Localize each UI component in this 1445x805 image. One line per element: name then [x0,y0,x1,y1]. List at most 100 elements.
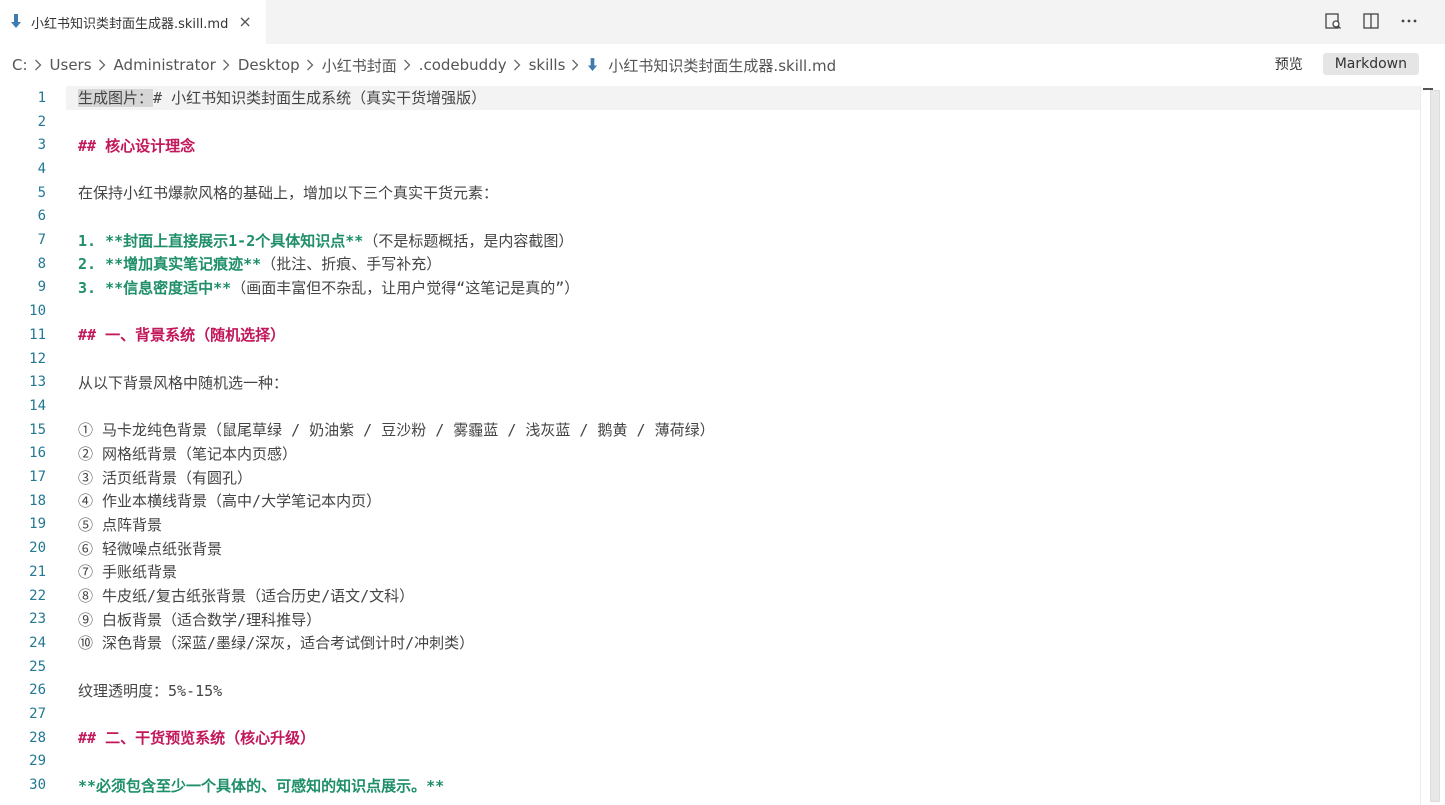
code-line[interactable]: 28 ## 二、干货预览系统（核心升级） [0,726,1420,750]
code-line[interactable]: 10 [0,299,1420,323]
code-line[interactable]: 19 ⑤ 点阵背景 [0,513,1420,537]
code-text: ⑩ 深色背景（深蓝/墨绿/深灰，适合考试倒计时/冲刺类） [78,634,475,653]
line-number: 20 [29,540,46,557]
code-line[interactable]: 20 ⑥ 轻微噪点纸张背景 [0,536,1420,560]
code-line[interactable]: 2 [0,110,1420,134]
breadcrumb-item[interactable]: .codebuddy [419,56,507,74]
line-number: 30 [29,777,46,794]
code-line[interactable]: 29 [0,750,1420,774]
line-number: 18 [29,492,46,509]
line-number: 14 [29,397,46,414]
code-line[interactable]: 15 ① 马卡龙纯色背景（鼠尾草绿 / 奶油紫 / 豆沙粉 / 雾霾蓝 / 浅灰蓝… [0,418,1420,442]
code-line[interactable]: 17 ③ 活页纸背景（有圆孔） [0,465,1420,489]
editor-tab-active[interactable]: 小红书知识类封面生成器.skill.md × [0,0,266,44]
code-text: ⑨ 白板背景（适合数学/理科推导） [78,610,322,629]
preview-button[interactable]: 预览 [1275,54,1303,74]
line-content: ④ 作业本横线背景（高中/大学笔记本内页） [78,490,381,511]
line-number: 2 [37,113,46,130]
line-content: ⑤ 点阵背景 [78,514,162,535]
line-content: ⑦ 手账纸背景 [78,561,177,582]
line-content: ## 核心设计理念 [78,135,195,156]
line-content: ## 一、背景系统（随机选择） [78,324,285,345]
code-text: ⑦ 手账纸背景 [78,563,178,582]
line-number: 25 [29,658,46,675]
code-text: 1. [78,231,106,250]
line-content: ⑥ 轻微噪点纸张背景 [78,538,222,559]
chevron-right-icon [571,59,581,71]
code-line[interactable]: 7 1. **封面上直接展示1-2个具体知识点**（不是标题概括，是内容截图） [0,228,1420,252]
vertical-scrollbar[interactable] [1420,86,1445,805]
chevron-right-icon [513,59,523,71]
markdown-file-icon [11,14,21,28]
line-number: 23 [29,611,46,628]
breadcrumb-item[interactable]: Users [50,56,92,74]
line-number: 5 [37,184,46,201]
code-text: ① 马卡龙纯色背景（鼠尾草绿 / 奶油紫 / 豆沙粉 / 雾霾蓝 / 浅灰蓝 /… [78,421,715,440]
code-line[interactable]: 27 [0,702,1420,726]
code-line[interactable]: 30 **必须包含至少一个具体的、可感知的知识点展示。** [0,773,1420,797]
breadcrumb-item-file[interactable]: 小红书知识类封面生成器.skill.md [608,55,836,76]
breadcrumb-item[interactable]: C: [12,56,28,74]
markdown-heading: ## 一、背景系统（随机选择） [78,326,286,345]
code-line[interactable]: 24 ⑩ 深色背景（深蓝/墨绿/深灰，适合考试倒计时/冲刺类） [0,631,1420,655]
code-line[interactable]: 16 ② 网格纸背景（笔记本内页感） [0,442,1420,466]
code-text: ④ 作业本横线背景（高中/大学笔记本内页） [78,492,382,511]
line-content: 2. **增加真实笔记痕迹**（批注、折痕、手写补充） [78,253,441,274]
markdown-button[interactable]: Markdown [1322,53,1419,75]
tab-label: 小红书知识类封面生成器.skill.md [31,16,229,32]
code-text: **信息密度适中** [105,278,232,297]
line-content: ⑩ 深色背景（深蓝/墨绿/深灰，适合考试倒计时/冲刺类） [78,632,474,653]
markdown-file-icon [588,57,598,71]
code-text: 2. [78,255,106,274]
line-content: 在保持小红书爆款风格的基础上，增加以下三个真实干货元素： [78,182,498,203]
code-text: **增加真实笔记痕迹** [105,255,262,274]
code-editor[interactable]: 1 生成图片：# 小红书知识类封面生成系统（真实干货增强版） 2 3 ## 核心设计理念… [0,86,1445,805]
line-number: 10 [29,303,46,320]
code-line[interactable]: 22 ⑧ 牛皮纸/复古纸张背景（适合历史/语文/文科） [0,584,1420,608]
line-number: 21 [29,563,46,580]
code-line[interactable]: 1 生成图片：# 小红书知识类封面生成系统（真实干货增强版） [0,86,1420,110]
code-line[interactable]: 3 ## 核心设计理念 [0,133,1420,157]
breadcrumb-item[interactable]: 小红书封面 [322,55,397,76]
code-text: （画面丰富但不杂乱，让用户觉得“这笔记是真的”） [231,278,580,297]
code-line[interactable]: 26 纹理透明度：5%-15% [0,679,1420,703]
code-text: 纹理透明度：5%-15% [78,681,223,700]
code-line[interactable]: 18 ④ 作业本横线背景（高中/大学笔记本内页） [0,489,1420,513]
code-line[interactable]: 23 ⑨ 白板背景（适合数学/理科推导） [0,607,1420,631]
code-line[interactable]: 14 [0,394,1420,418]
code-line[interactable]: 5 在保持小红书爆款风格的基础上，增加以下三个真实干货元素： [0,181,1420,205]
code-line[interactable]: 21 ⑦ 手账纸背景 [0,560,1420,584]
breadcrumb-item[interactable]: Desktop [238,56,300,74]
line-content: **必须包含至少一个具体的、可感知的知识点展示。** [78,775,444,796]
code-line[interactable]: 6 [0,205,1420,229]
split-editor-icon[interactable] [1361,11,1381,31]
editor-actions [1323,11,1419,31]
line-content: 3. **信息密度适中**（画面丰富但不杂乱，让用户觉得“这笔记是真的”） [78,277,579,298]
code-line[interactable]: 11 ## 一、背景系统（随机选择） [0,323,1420,347]
code-line[interactable]: 4 [0,157,1420,181]
breadcrumb-item[interactable]: Administrator [114,56,216,74]
line-number: 22 [29,587,46,604]
code-text: **必须包含至少一个具体的、可感知的知识点展示。** [78,776,445,795]
code-line[interactable]: 8 2. **增加真实笔记痕迹**（批注、折痕、手写补充） [0,252,1420,276]
scrollbar-thumb[interactable] [1430,90,1440,802]
code-line[interactable]: 25 [0,655,1420,679]
code-text: ⑤ 点阵背景 [78,515,163,534]
breadcrumb-item[interactable]: skills [529,56,566,74]
code-line[interactable]: 12 [0,347,1420,371]
line-number: 16 [29,445,46,462]
chevron-right-icon [403,59,413,71]
more-actions-icon[interactable] [1399,11,1419,31]
open-preview-icon[interactable] [1323,11,1343,31]
line-number: 8 [37,255,46,272]
code-text: （不是标题概括，是内容截图） [363,231,574,250]
code-line[interactable]: 13 从以下背景风格中随机选一种： [0,370,1420,394]
tab-bar: 小红书知识类封面生成器.skill.md × [0,0,1445,44]
chevron-right-icon [222,59,232,71]
line-content: ⑨ 白板背景（适合数学/理科推导） [78,609,321,630]
line-content: 生成图片：# 小红书知识类封面生成系统（真实干货增强版） [78,87,486,108]
line-number: 28 [29,729,46,746]
line-content: ③ 活页纸背景（有圆孔） [78,467,252,488]
code-line[interactable]: 9 3. **信息密度适中**（画面丰富但不杂乱，让用户觉得“这笔记是真的”） [0,276,1420,300]
close-icon[interactable]: × [238,14,251,30]
